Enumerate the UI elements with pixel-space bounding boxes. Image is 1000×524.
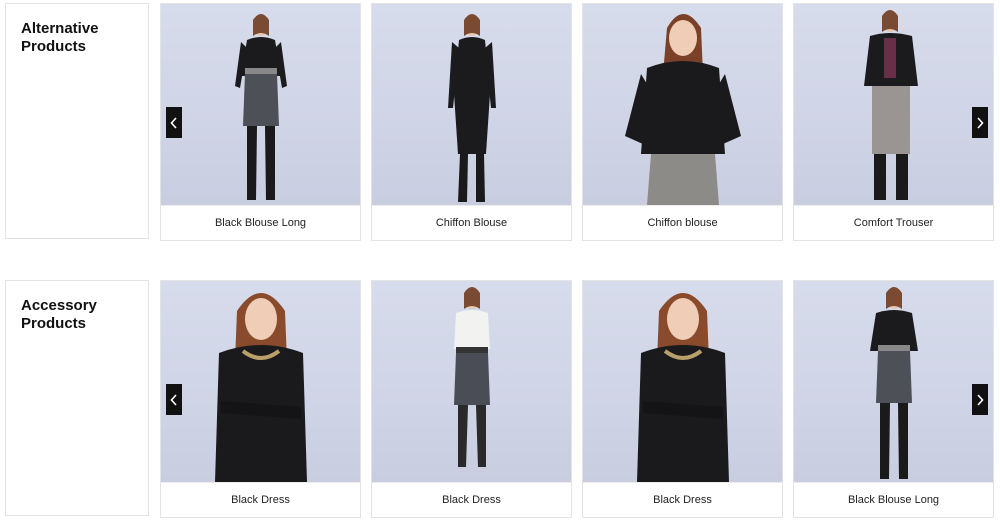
carousel-prev-button[interactable] — [166, 384, 182, 415]
product-image[interactable] — [583, 4, 782, 205]
product-name[interactable]: Black Dress — [583, 482, 782, 518]
product-name[interactable]: Chiffon Blouse — [372, 205, 571, 241]
product-image[interactable] — [794, 281, 993, 482]
chevron-right-icon — [977, 393, 984, 406]
section-label-box: Alternative Products — [5, 3, 149, 239]
product-card[interactable]: Black Blouse Long — [160, 3, 361, 241]
section-label-box: Accessory Products — [5, 280, 149, 516]
product-card[interactable]: Black Dress — [160, 280, 361, 518]
product-card[interactable]: Black Blouse Long — [793, 280, 994, 518]
product-image[interactable] — [794, 4, 993, 205]
product-card[interactable]: Black Dress — [371, 280, 572, 518]
section-title: Alternative Products — [21, 20, 99, 55]
section-title: Accessory Products — [21, 297, 97, 332]
product-card[interactable]: Chiffon blouse — [582, 3, 783, 241]
chevron-right-icon — [977, 116, 984, 129]
product-card[interactable]: Chiffon Blouse — [371, 3, 572, 241]
product-image[interactable] — [372, 281, 571, 482]
product-image[interactable] — [583, 281, 782, 482]
product-name[interactable]: Comfort Trouser — [794, 205, 993, 241]
carousel-next-button[interactable] — [972, 107, 988, 138]
product-name[interactable]: Black Blouse Long — [794, 482, 993, 518]
accessory-products-section: Accessory Products Black Dress Black Dre… — [0, 280, 1000, 518]
product-card[interactable]: Black Dress — [582, 280, 783, 518]
product-name[interactable]: Chiffon blouse — [583, 205, 782, 241]
product-card[interactable]: Comfort Trouser — [793, 3, 994, 241]
product-name[interactable]: Black Dress — [161, 482, 360, 518]
product-image[interactable] — [372, 4, 571, 205]
alternative-products-section: Alternative Products Black Blouse Long C… — [0, 3, 1000, 241]
product-name[interactable]: Black Dress — [372, 482, 571, 518]
product-name[interactable]: Black Blouse Long — [161, 205, 360, 241]
chevron-left-icon — [170, 116, 177, 129]
product-image[interactable] — [161, 4, 360, 205]
chevron-left-icon — [170, 393, 177, 406]
carousel-prev-button[interactable] — [166, 107, 182, 138]
product-image[interactable] — [161, 281, 360, 482]
carousel-next-button[interactable] — [972, 384, 988, 415]
